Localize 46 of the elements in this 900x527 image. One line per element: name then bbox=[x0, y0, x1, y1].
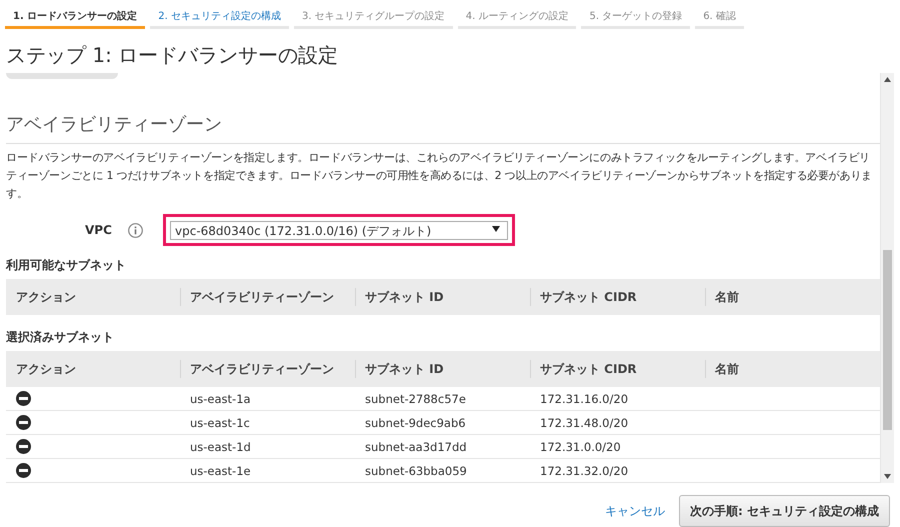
table-cell: subnet-63bba059 bbox=[365, 464, 467, 478]
field-label: VPC bbox=[85, 223, 109, 237]
wizard-tab[interactable]: 1. ロードバランサーの設定 bbox=[5, 5, 146, 29]
table-cell: 172.31.16.0/20 bbox=[540, 392, 628, 406]
wizard-tab[interactable]: 6. 確認 bbox=[695, 5, 744, 29]
column-header: サブネット ID bbox=[355, 351, 530, 387]
table-cell: subnet-9dec9ab6 bbox=[365, 416, 466, 430]
section-heading: アベイラビリティーゾーン bbox=[6, 113, 222, 137]
scrollbar[interactable] bbox=[880, 73, 894, 483]
table-title: 選択済みサブネット bbox=[6, 329, 115, 345]
table-cell: us-east-1d bbox=[190, 440, 251, 454]
wizard-tab[interactable]: 5. ターゲットの登録 bbox=[581, 5, 690, 29]
wizard-tab[interactable]: 3. セキュリティグループの設定 bbox=[294, 5, 453, 29]
remove-icon[interactable] bbox=[16, 391, 31, 406]
table-title: 利用可能なサブネット bbox=[6, 257, 127, 273]
column-header: アクション bbox=[6, 351, 180, 387]
table-cell: 172.31.32.0/20 bbox=[540, 464, 628, 478]
column-header: 名前 bbox=[705, 351, 880, 387]
column-header: 名前 bbox=[705, 279, 880, 315]
page-title: ステップ 1: ロードバランサーの設定 bbox=[6, 42, 338, 68]
scroll-down-icon[interactable] bbox=[884, 474, 891, 479]
table-cell: us-east-1e bbox=[190, 464, 251, 478]
vpc-dropdown[interactable]: vpc-68d0340c (172.31.0.0/16) (デフォルト) bbox=[170, 221, 508, 240]
wizard-tab[interactable]: 2. セキュリティ設定の構成 bbox=[150, 5, 289, 29]
cancel-link[interactable]: キャンセル bbox=[605, 502, 666, 520]
table-cell: us-east-1a bbox=[190, 392, 251, 406]
section-description: ロードバランサーのアベイラビリティーゾーンを指定します。ロードバランサーは、これらのアベイラビリティーゾーンにのみトラフィックをルーティングします。アベイラビリティーゾーンごとに 1 つだけサブネットを指定できます。ロードバランサーの可用性を高めるには、2 つ以上のアベイラビリティーゾーンからサブネットを指定する必要があります。 bbox=[6, 150, 873, 202]
scroll-up-icon[interactable] bbox=[884, 77, 891, 82]
remove-icon[interactable] bbox=[16, 463, 31, 478]
column-header: アクション bbox=[6, 279, 180, 315]
caret-icon bbox=[492, 226, 500, 232]
table-cell: 172.31.0.0/20 bbox=[540, 440, 621, 454]
remove-icon[interactable] bbox=[16, 415, 31, 430]
column-header: サブネット CIDR bbox=[530, 279, 705, 315]
remove-icon[interactable] bbox=[16, 439, 31, 454]
column-header: アベイラビリティーゾーン bbox=[180, 279, 355, 315]
column-header: アベイラビリティーゾーン bbox=[180, 351, 355, 387]
table-cell: 172.31.48.0/20 bbox=[540, 416, 628, 430]
info-icon[interactable] bbox=[128, 222, 143, 238]
table-cell: us-east-1c bbox=[190, 416, 250, 430]
column-header: サブネット ID bbox=[355, 279, 530, 315]
table-cell: subnet-aa3d17dd bbox=[365, 440, 467, 454]
next-step-button[interactable]: 次の手順: セキュリティ設定の構成 bbox=[679, 495, 890, 527]
table-cell: subnet-2788c57e bbox=[365, 392, 466, 406]
wizard-tab[interactable]: 4. ルーティングの設定 bbox=[458, 5, 576, 29]
column-header: サブネット CIDR bbox=[530, 351, 705, 387]
